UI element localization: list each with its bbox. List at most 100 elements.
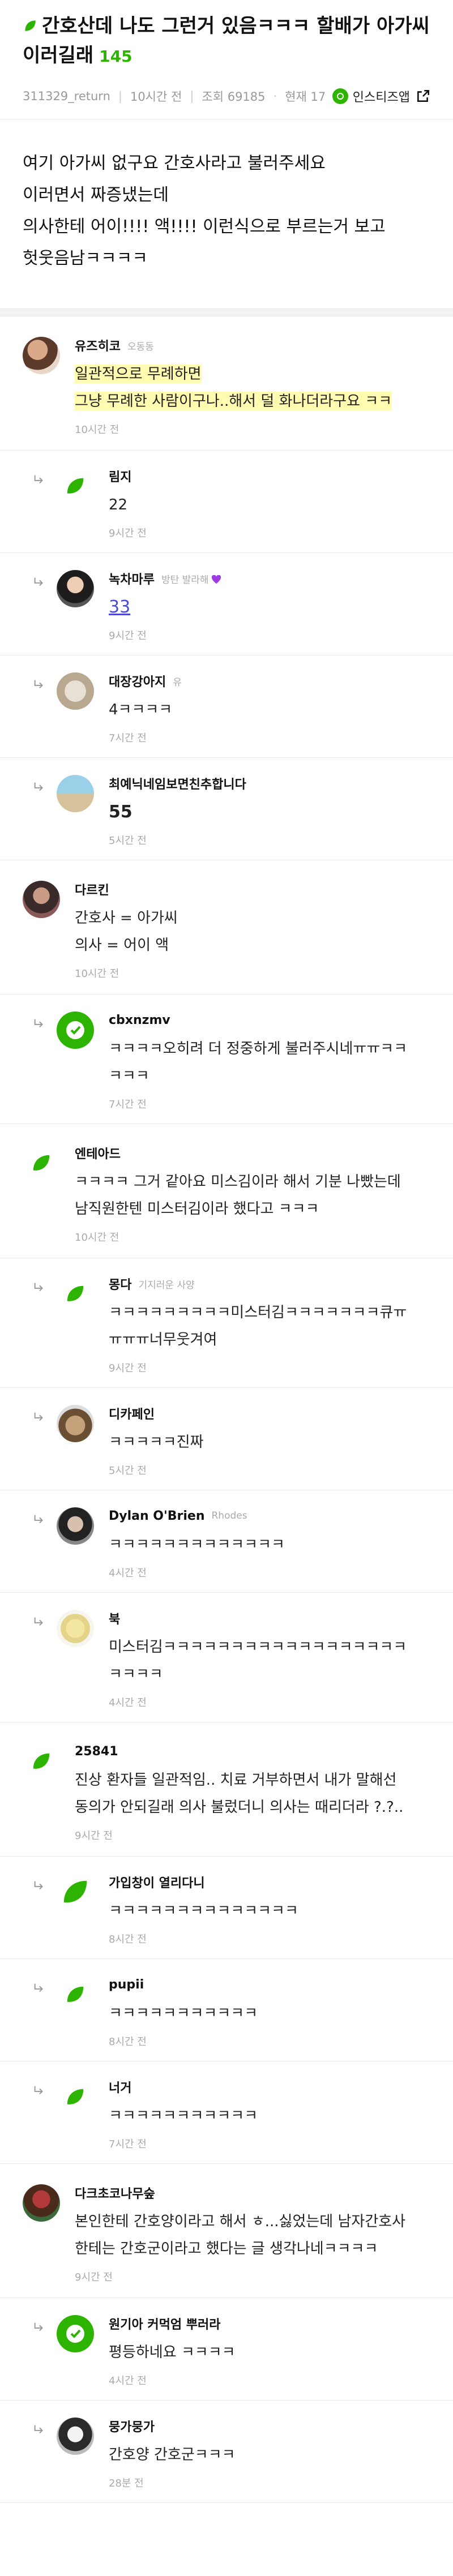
post-title: 간호산데 나도 그런거 있음ㅋㅋㅋ 할배가 아가씨 xyxy=(23,11,430,41)
comment-nickname[interactable]: 유즈히코 xyxy=(75,336,121,354)
default-leaf-avatar-icon[interactable] xyxy=(23,1743,60,1780)
default-leaf-avatar-icon[interactable] xyxy=(57,1275,94,1313)
comment-nickname[interactable]: 최예닉네임보면친추합니다 xyxy=(109,774,246,792)
comment-nickname[interactable]: 녹차마루 xyxy=(109,569,155,588)
user-avatar[interactable] xyxy=(23,881,60,918)
comment-header: 가입창이 열리다니 xyxy=(109,1874,430,1891)
comment-nickname[interactable]: 가입창이 열리다니 xyxy=(109,1873,205,1891)
comment-header: 림지 xyxy=(109,468,430,485)
comment-nickname[interactable]: 엔테아드 xyxy=(75,1144,121,1162)
comment-nickname[interactable]: 몽다 xyxy=(109,1275,131,1293)
meta-separator: | xyxy=(118,89,122,103)
comment-text[interactable]: 33 xyxy=(109,594,430,621)
user-badge: 오동동 xyxy=(127,341,154,353)
check-avatar-icon[interactable] xyxy=(57,1011,94,1049)
comment-line: 평등하네요 ㅋㅋㅋㅋ xyxy=(109,2344,236,2361)
comment-text: 미스터김ㅋㅋㅋㅋㅋㅋㅋㅋㅋㅋㅋㅋㅋㅋㅋㅋㅋㅋ ㅋㅋㅋㅋ xyxy=(109,1634,430,1688)
comment-nickname[interactable]: 원기아 커먹엄 뿌러라 xyxy=(109,2314,220,2333)
user-avatar[interactable] xyxy=(57,775,94,812)
comment-nickname[interactable]: 다크초코나무숲 xyxy=(75,2184,155,2202)
comment-nickname[interactable]: cbxnzmv xyxy=(109,1013,170,1027)
app-share-button[interactable]: 인스티즈앱 xyxy=(332,87,430,105)
reply-comment: 뭉가뭉가 간호양 간호군ㅋㅋㅋ 28분 전 xyxy=(0,2401,453,2503)
comment-line: 일관적으로 무례하면 xyxy=(75,365,202,384)
comment-time: 7시간 전 xyxy=(109,2138,147,2150)
reply-arrow-icon xyxy=(34,1283,43,1292)
meta-separator: | xyxy=(190,89,194,103)
user-avatar[interactable] xyxy=(57,2418,94,2455)
comment-header: 너거 xyxy=(109,2078,430,2095)
comment-nickname[interactable]: 25841 xyxy=(75,1745,118,1759)
comment-nickname[interactable]: pupii xyxy=(109,1978,144,1992)
reply-arrow-icon xyxy=(34,680,43,689)
comment-line: ㅋㅋㅋㅋㅋㅋㅋㅋㅋㅋㅋㅋㅋㅋ xyxy=(109,1902,298,1919)
reply-arrow-icon xyxy=(34,1881,43,1890)
reply-comment: 너거 ㅋㅋㅋㅋㅋㅋㅋㅋㅋㅋㅋ 7시간 전 xyxy=(0,2061,453,2164)
reply-comment: 녹차마루 방탄 발라해 33 9시간 전 xyxy=(0,553,453,655)
comment-nickname[interactable]: Dylan O'Brien xyxy=(109,1509,205,1523)
post-author[interactable]: 311329_return xyxy=(23,89,110,103)
comment-line: ㅋㅋㅋㅋㅋㅋㅋㅋㅋ미스터김ㅋㅋㅋㅋㅋㅋㅋ큐ㅠ xyxy=(109,1304,407,1321)
section-divider xyxy=(0,308,453,316)
comment-nickname[interactable]: 디카페인 xyxy=(109,1404,155,1422)
body-line: 헛웃음남ㅋㅋㅋㅋ xyxy=(23,248,148,268)
comment-header: cbxnzmv xyxy=(109,1011,430,1028)
comment-header: 대장강아지 유 xyxy=(109,672,430,689)
default-leaf-avatar-icon[interactable] xyxy=(57,1976,94,2013)
comment-body: 가입창이 열리다니 ㅋㅋㅋㅋㅋㅋㅋㅋㅋㅋㅋㅋㅋㅋ 8시간 전 xyxy=(109,1874,430,1946)
comment-time: 10시간 전 xyxy=(75,968,119,980)
comment-nickname[interactable]: 뭉가뭉가 xyxy=(109,2417,155,2435)
reply-comment: Dylan O'Brien Rhodes ㅋㅋㅋㅋㅋㅋㅋㅋㅋㅋㅋㅋㅋ 4시간 전 xyxy=(0,1490,453,1593)
user-avatar[interactable] xyxy=(57,672,94,710)
user-badge: Rhodes xyxy=(211,1510,247,1521)
comment: 엔테아드 ㅋㅋㅋㅋ 그거 같아요 미스김이라 해서 기분 나빴는데 남직원한텐 미스… xyxy=(0,1124,453,1258)
comment-header: 25841 xyxy=(75,1743,430,1760)
comment-body: 유즈히코 오동동 일관적으로 무례하면 그냥 무례한 사람이구나..해서 덜 화나더라… xyxy=(75,337,430,436)
comment-body: cbxnzmv ㅋㅋㅋㅋ오히려 더 정중하게 불러주시네ㅠㅠㅋㅋ ㅋㅋㅋ 7시간 전 xyxy=(109,1011,430,1111)
user-avatar[interactable] xyxy=(57,570,94,607)
comment-header: 몽다 기지러운 사양 xyxy=(109,1275,430,1292)
post-title-line1: 간호산데 나도 그런거 있음ㅋㅋㅋ 할배가 아가씨 xyxy=(42,15,430,37)
comment-body: 원기아 커먹엄 뿌러라평등하네요 ㅋㅋㅋㅋ 4시간 전 xyxy=(109,2315,430,2388)
comment-line: ㅋㅋㅋㅋ오히려 더 정중하게 불러주시네ㅠㅠㅋㅋ xyxy=(109,1040,408,1057)
reply-comment: pupii ㅋㅋㅋㅋㅋㅋㅋㅋㅋㅋㅋ 8시간 전 xyxy=(0,1959,453,2061)
body-line: 이러면서 짜증냈는데 xyxy=(23,185,169,205)
reply-arrow-icon xyxy=(34,475,43,484)
user-badge: 방탄 발라해 xyxy=(161,572,221,586)
comment-header: 녹차마루 방탄 발라해 xyxy=(109,570,430,587)
check-avatar-icon[interactable] xyxy=(57,2315,94,2352)
user-avatar[interactable] xyxy=(23,337,60,374)
default-leaf-avatar-icon[interactable] xyxy=(57,2078,94,2116)
leaf-icon xyxy=(25,20,36,31)
comment-line: 간호사 = 아가씨 xyxy=(75,910,178,927)
default-leaf-avatar-icon[interactable] xyxy=(57,468,94,505)
comment-line: 의사 = 어이 액 xyxy=(75,937,169,954)
comment-body: 뭉가뭉가 간호양 간호군ㅋㅋㅋ 28분 전 xyxy=(109,2418,430,2490)
comment-nickname[interactable]: 다르킨 xyxy=(75,880,109,898)
default-leaf-avatar-icon[interactable] xyxy=(57,1874,94,1911)
comment-nickname[interactable]: 너거 xyxy=(109,2078,131,2096)
comment-time: 5시간 전 xyxy=(109,1465,147,1477)
comment-header: 다르킨 xyxy=(75,881,430,898)
comment-header: 북 xyxy=(109,1610,430,1627)
user-avatar[interactable] xyxy=(23,2184,60,2222)
comment-nickname[interactable]: 북 xyxy=(109,1609,120,1627)
comment-body: 최예닉네임보면친추합니다 55 5시간 전 xyxy=(109,775,430,847)
user-avatar[interactable] xyxy=(57,1610,94,1647)
comment-nickname[interactable]: 림지 xyxy=(109,467,131,485)
user-avatar[interactable] xyxy=(57,1405,94,1442)
comment-time: 4시간 전 xyxy=(109,2375,147,2387)
reply-arrow-icon xyxy=(34,1515,43,1524)
comment-nickname[interactable]: 대장강아지 xyxy=(109,672,166,690)
comment-body: 엔테아드 ㅋㅋㅋㅋ 그거 같아요 미스김이라 해서 기분 나빴는데 남직원한텐 미스… xyxy=(75,1145,430,1244)
comment-time: 9시간 전 xyxy=(75,2271,113,2283)
comment-line: ㅋㅋㅋㅋ xyxy=(109,1666,163,1683)
comment-time: 9시간 전 xyxy=(109,630,147,642)
reply-arrow-icon xyxy=(34,1983,43,1992)
comment-text: 4ㅋㅋㅋㅋ xyxy=(109,696,430,723)
comment-count[interactable]: 145 xyxy=(99,47,132,66)
default-leaf-avatar-icon[interactable] xyxy=(23,1145,60,1182)
reply-comment: 디카페인 ㅋㅋㅋㅋㅋ진짜 5시간 전 xyxy=(0,1388,453,1490)
user-avatar[interactable] xyxy=(57,1507,94,1545)
comment-header: 엔테아드 xyxy=(75,1145,430,1161)
